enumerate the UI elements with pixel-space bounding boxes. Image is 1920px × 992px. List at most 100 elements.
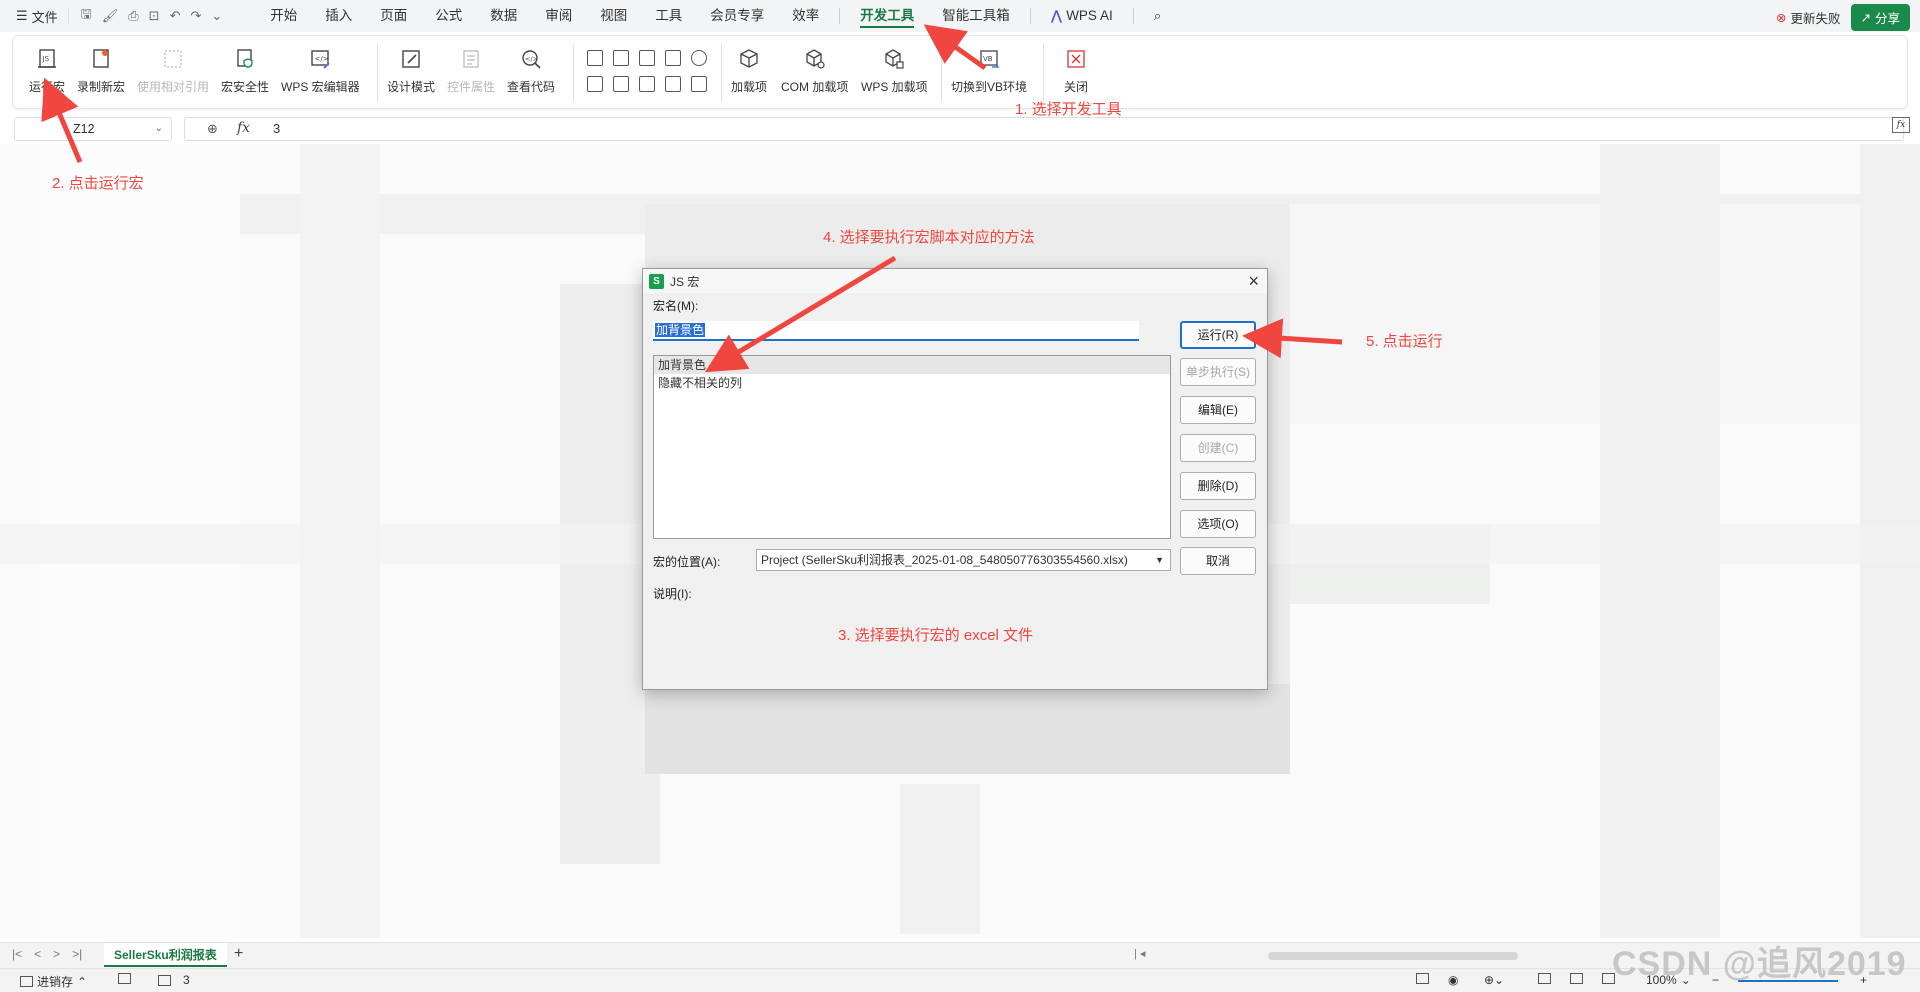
eye-icon[interactable]: ◉: [1448, 973, 1458, 987]
wps-macro-editor-button[interactable]: </> WPS 宏编辑器: [281, 46, 360, 95]
tab-divider: [1029, 8, 1031, 24]
add-sheet-icon[interactable]: +: [234, 945, 243, 963]
checkbox-control-icon[interactable]: [613, 50, 629, 66]
create-button[interactable]: 创建(C): [1180, 434, 1256, 462]
tab-wps-ai[interactable]: ⋀ WPS AI: [1037, 0, 1127, 32]
wps-addins-button[interactable]: WPS 加载项: [861, 46, 928, 95]
macro-name-input[interactable]: 加背景色: [653, 321, 1139, 341]
share-label: 分享: [1874, 12, 1900, 26]
control-properties-button[interactable]: 控件属性: [447, 46, 495, 95]
formula-bar: Z12 ⌄ ⊕ fx 3 fx: [0, 114, 1920, 144]
close-icon[interactable]: ×: [1248, 271, 1259, 292]
textbox-control-icon[interactable]: [639, 76, 655, 92]
wps-ai-icon: ⋀: [1050, 8, 1063, 23]
scroll-left-icon[interactable]: | ◂: [1134, 947, 1145, 960]
print-preview-icon[interactable]: ⊡: [149, 8, 160, 24]
page-layout-icon[interactable]: [1570, 973, 1583, 984]
tab-formulas[interactable]: 公式: [421, 0, 476, 32]
button-control-icon[interactable]: [587, 50, 603, 66]
macro-list-item[interactable]: 加背景色: [654, 356, 1170, 374]
menu-tabs: 开始 插入 页面 公式 数据 审阅 视图 工具 会员专享 效率 开发工具 智能工…: [256, 0, 1175, 32]
menu-bar: ☰ 文件 🖫 🖌 ⎙ ⊡ ↶ ↷ ⌄ 开始 插入 页面 公式 数据 审阅 视图 …: [0, 0, 1920, 32]
macro-location-select[interactable]: Project (SellerSku利润报表_2025-01-08_548050…: [756, 549, 1171, 571]
chevron-down-icon[interactable]: ⌄: [211, 8, 222, 24]
macro-list[interactable]: 加背景色 隐藏不相关的列: [653, 355, 1171, 539]
tab-efficiency[interactable]: 效率: [778, 0, 833, 32]
count-icon: [158, 974, 171, 986]
save-icon[interactable]: 🖫: [81, 5, 92, 27]
edit-button[interactable]: 编辑(E): [1180, 396, 1256, 424]
share-button[interactable]: ↗ 分享: [1850, 4, 1910, 31]
undo-icon[interactable]: ↶: [170, 8, 181, 24]
format-painter-icon[interactable]: 🖌: [102, 8, 119, 24]
cancel-button[interactable]: 取消: [1180, 547, 1256, 575]
inventory-status[interactable]: 进销存 ⌃: [20, 973, 87, 990]
addins-button[interactable]: 加载项: [731, 46, 767, 95]
name-box[interactable]: Z12 ⌄: [14, 117, 172, 141]
first-sheet-icon[interactable]: |<: [12, 947, 22, 961]
zoom-icon[interactable]: ⊕: [207, 121, 218, 137]
svg-text:</>: </>: [315, 55, 329, 63]
table-icon[interactable]: [1416, 973, 1429, 984]
horizontal-scrollbar[interactable]: [1268, 952, 1518, 960]
grid-view-icon: [1538, 973, 1551, 984]
close-developer-button[interactable]: 关闭: [1063, 46, 1089, 95]
ribbon-divider: [377, 44, 378, 102]
delete-button[interactable]: 删除(D): [1180, 472, 1256, 500]
tab-divider: [1132, 8, 1134, 24]
tab-tools[interactable]: 工具: [641, 0, 696, 32]
relative-reference-button[interactable]: 使用相对引用: [137, 46, 209, 95]
tab-page[interactable]: 页面: [366, 0, 421, 32]
view-code-button[interactable]: </> 查看代码: [507, 46, 555, 95]
com-addins-button[interactable]: COM 加载项: [781, 46, 848, 95]
image-control-icon[interactable]: [587, 76, 603, 92]
tab-member[interactable]: 会员专享: [696, 0, 778, 32]
scrollbar-control-icon[interactable]: [691, 76, 707, 92]
listbox-control-icon[interactable]: [665, 76, 681, 92]
radio-control-icon[interactable]: [691, 50, 707, 66]
combobox-control-icon[interactable]: [665, 50, 681, 66]
tab-view[interactable]: 视图: [586, 0, 641, 32]
run-button[interactable]: 运行(R): [1180, 321, 1256, 349]
macro-list-item[interactable]: 隐藏不相关的列: [654, 374, 1170, 392]
tab-home[interactable]: 开始: [256, 0, 311, 32]
sheet-tab[interactable]: SellerSku利润报表: [104, 943, 227, 967]
insert-function-icon[interactable]: fx: [1892, 117, 1910, 133]
spinner-control-icon[interactable]: [639, 50, 655, 66]
cube-icon: [736, 46, 762, 72]
annotation-step-1: 1. 选择开发工具: [1015, 101, 1122, 118]
step-into-button[interactable]: 单步执行(S): [1180, 358, 1256, 386]
crosshair-icon[interactable]: ⊕⌄: [1484, 973, 1504, 987]
switch-vb-button[interactable]: VB 切换到VB环境: [951, 46, 1027, 95]
function-icon[interactable]: fx: [237, 120, 250, 136]
formula-input[interactable]: ⊕ fx 3: [184, 117, 1904, 141]
run-macro-button[interactable]: JS 运行宏: [29, 46, 65, 95]
error-circle-icon: ⊗: [1776, 11, 1787, 25]
chevron-down-icon: ⌄: [154, 123, 163, 134]
tab-insert[interactable]: 插入: [311, 0, 366, 32]
normal-view-icon[interactable]: [1538, 973, 1551, 984]
print-icon[interactable]: ⎙: [128, 8, 138, 24]
update-failed-button[interactable]: ⊗ 更新失败: [1776, 8, 1841, 27]
options-button[interactable]: 选项(O): [1180, 510, 1256, 538]
tab-review[interactable]: 审阅: [531, 0, 586, 32]
design-mode-label: 设计模式: [387, 80, 436, 94]
macro-status-icon[interactable]: [118, 973, 131, 984]
file-menu[interactable]: ☰ 文件: [0, 7, 68, 26]
control-properties-icon: [458, 46, 484, 72]
close-box-icon: [1063, 46, 1089, 72]
prev-sheet-icon[interactable]: <: [34, 947, 41, 961]
next-sheet-icon[interactable]: >: [53, 947, 60, 961]
search-icon[interactable]: ⌕: [1140, 0, 1176, 32]
last-sheet-icon[interactable]: >|: [72, 947, 82, 961]
tab-developer[interactable]: 开发工具: [846, 0, 928, 32]
label-control-icon[interactable]: [613, 76, 629, 92]
macro-security-button[interactable]: 宏安全性: [221, 46, 269, 95]
tab-smart-toolbox[interactable]: 智能工具箱: [928, 0, 1024, 32]
design-mode-button[interactable]: 设计模式: [387, 46, 435, 95]
redo-icon[interactable]: ↷: [190, 8, 201, 24]
record-macro-button[interactable]: 录制新宏: [77, 46, 125, 95]
menubar-right: ⊗ 更新失败 ↗ 分享: [1776, 4, 1910, 31]
tab-data[interactable]: 数据: [476, 0, 531, 32]
annotation-step-4: 4. 选择要执行宏脚本对应的方法: [823, 229, 1035, 246]
